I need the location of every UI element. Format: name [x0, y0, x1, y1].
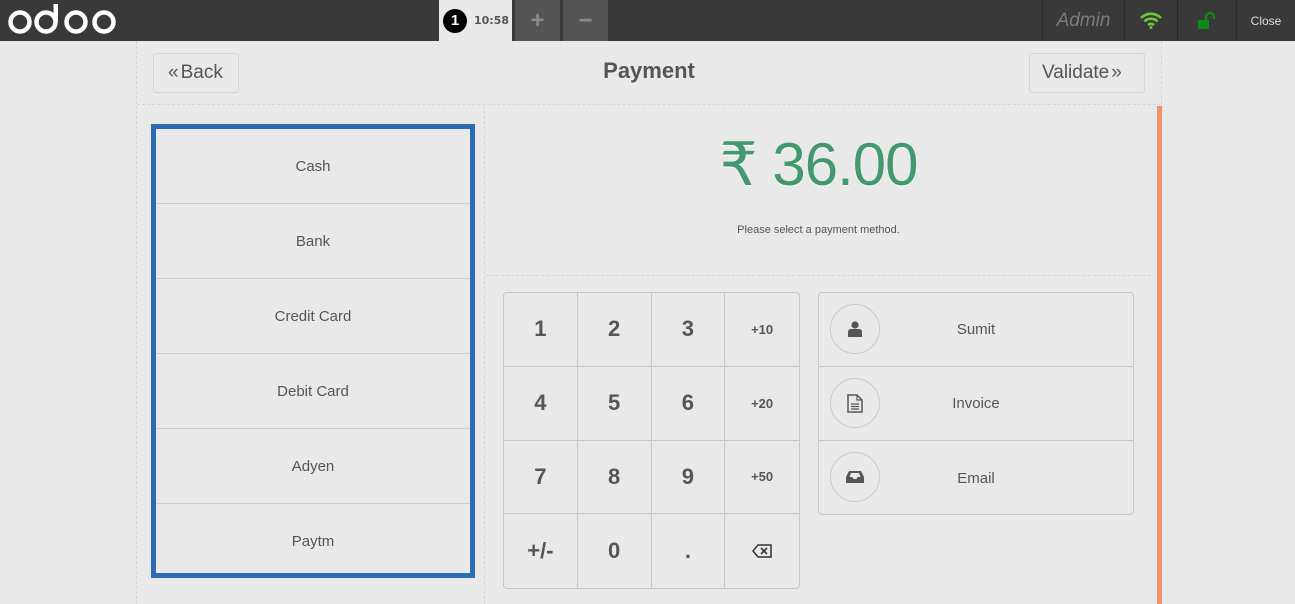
payment-right-panel: ₹ 36.00 Please select a payment method. … — [486, 106, 1158, 604]
lock-screen-button[interactable] — [1178, 0, 1236, 41]
numpad: 1 2 3 +10 4 5 6 +20 7 8 9 +50 +/- 0 . — [503, 292, 800, 589]
remove-order-button[interactable]: − — [563, 0, 608, 41]
payment-actions: Sumit Invoice Email — [818, 292, 1134, 515]
scroll-indicator-bar — [1157, 106, 1162, 604]
customer-button[interactable]: Sumit — [819, 293, 1133, 367]
amount-due-box: ₹ 36.00 Please select a payment method. — [486, 106, 1151, 276]
payment-screen: « Back Payment Validate » Cash Bank Cred… — [136, 41, 1162, 604]
email-label: Email — [957, 469, 995, 487]
payment-method-bank[interactable]: Bank — [156, 204, 470, 279]
numpad-key-9[interactable]: 9 — [651, 440, 726, 515]
numpad-key-plus50[interactable]: +50 — [725, 441, 799, 515]
odoo-logo — [8, 4, 116, 34]
numpad-key-4[interactable]: 4 — [504, 366, 578, 441]
numpad-key-plus20[interactable]: +20 — [725, 367, 799, 441]
user-name[interactable]: Admin — [1043, 0, 1124, 41]
numpad-key-1[interactable]: 1 — [504, 293, 578, 367]
backspace-icon — [752, 544, 772, 558]
numpad-key-8[interactable]: 8 — [577, 440, 652, 515]
payment-method-debit-card[interactable]: Debit Card — [156, 354, 470, 429]
order-number-badge: 1 — [443, 8, 467, 33]
validate-button[interactable]: Validate » — [1029, 53, 1145, 93]
validate-label: Validate — [1042, 62, 1110, 83]
invoice-button[interactable]: Invoice — [819, 367, 1133, 441]
close-button[interactable]: Close — [1237, 0, 1295, 41]
order-tab-selected[interactable]: 1 10:58 — [439, 0, 512, 41]
payment-method-paytm[interactable]: Paytm — [156, 504, 470, 579]
numpad-key-plus-minus[interactable]: +/- — [504, 514, 578, 588]
plus-icon: + — [530, 6, 545, 34]
email-button[interactable]: Email — [819, 441, 1133, 514]
numpad-key-3[interactable]: 3 — [651, 293, 726, 367]
numpad-key-plus10[interactable]: +10 — [725, 293, 799, 367]
payment-method-adyen[interactable]: Adyen — [156, 429, 470, 504]
order-time: 10:58 — [474, 14, 510, 27]
payment-hint: Please select a payment method. — [737, 224, 900, 236]
connection-status[interactable] — [1125, 0, 1177, 41]
minus-icon: − — [578, 6, 593, 34]
page-title: Payment — [603, 58, 695, 83]
customer-label: Sumit — [956, 321, 996, 338]
invoice-label: Invoice — [952, 395, 1000, 412]
unlock-icon — [1198, 11, 1216, 29]
wifi-icon — [1140, 12, 1162, 29]
numpad-key-decimal[interactable]: . — [652, 514, 726, 588]
numpad-key-2[interactable]: 2 — [577, 293, 652, 367]
payment-header: « Back Payment Validate » — [137, 41, 1161, 105]
numpad-key-7[interactable]: 7 — [504, 440, 578, 515]
inbox-icon — [846, 471, 864, 483]
user-icon — [848, 321, 862, 337]
numpad-key-6[interactable]: 6 — [651, 366, 726, 441]
payment-methods-list: Cash Bank Credit Card Debit Card Adyen P… — [151, 124, 475, 578]
add-order-button[interactable]: + — [515, 0, 560, 41]
numpad-key-backspace[interactable] — [725, 514, 799, 588]
numpad-key-5[interactable]: 5 — [577, 366, 652, 441]
double-chevron-right-icon: » — [1111, 62, 1122, 83]
file-text-icon — [847, 393, 863, 413]
numpad-key-0[interactable]: 0 — [578, 514, 652, 588]
payment-methods-column: Cash Bank Credit Card Debit Card Adyen P… — [137, 106, 485, 604]
payment-method-cash[interactable]: Cash — [156, 129, 470, 204]
payment-method-credit-card[interactable]: Credit Card — [156, 279, 470, 354]
pos-topbar: 1 10:58 + − Admin Close — [0, 0, 1295, 41]
amount-due: ₹ 36.00 — [719, 131, 919, 198]
